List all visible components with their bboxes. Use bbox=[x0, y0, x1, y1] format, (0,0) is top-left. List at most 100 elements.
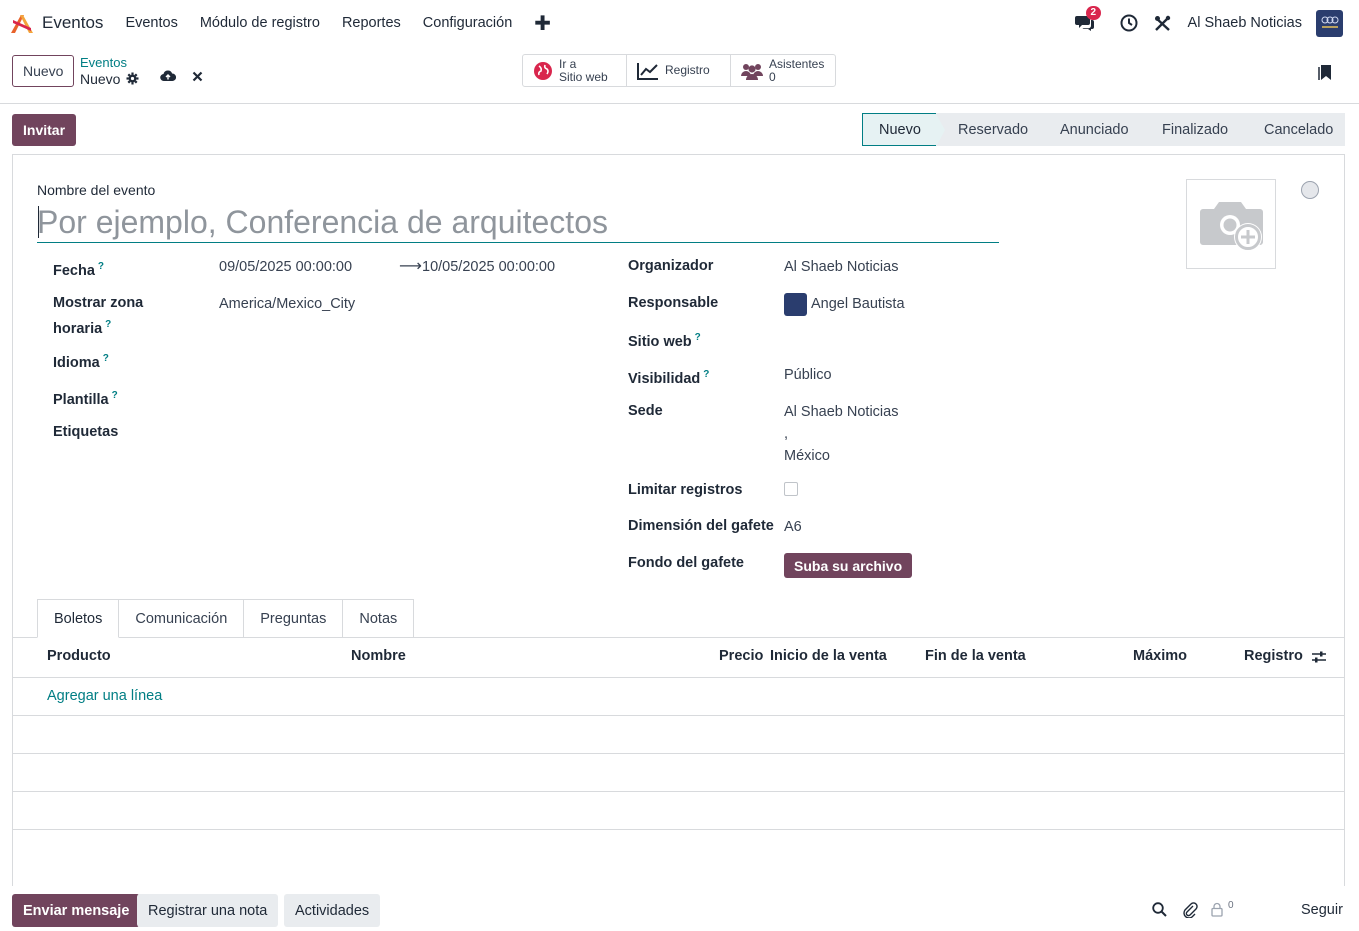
stage-finalizado[interactable]: Finalizado bbox=[1140, 113, 1251, 146]
registration-report-button[interactable]: Registro bbox=[627, 55, 731, 86]
event-name-input[interactable]: Por ejemplo, Conferencia de arquitectos bbox=[37, 201, 999, 243]
event-name-label: Nombre del evento bbox=[37, 182, 156, 198]
search-icon[interactable] bbox=[1152, 902, 1167, 920]
column-precio[interactable]: Precio bbox=[719, 648, 763, 664]
paperclip-icon[interactable] bbox=[1182, 902, 1198, 921]
tab-preguntas[interactable]: Preguntas bbox=[244, 599, 344, 638]
attendees-label: Asistentes bbox=[769, 56, 825, 71]
smart-buttons: Ir a Sitio web Registro Asistentes 0 bbox=[522, 54, 836, 87]
stage-nuevo[interactable]: Nuevo bbox=[862, 113, 945, 147]
bookmark-icon[interactable] bbox=[1318, 64, 1332, 84]
limit-registrations-checkbox[interactable] bbox=[784, 482, 798, 496]
event-image-upload[interactable] bbox=[1186, 179, 1276, 269]
messages-badge: 2 bbox=[1085, 6, 1102, 20]
stage-label: Cancelado bbox=[1264, 121, 1334, 138]
follow-button[interactable]: Seguir bbox=[1301, 902, 1343, 918]
table-row: Agregar una línea bbox=[13, 678, 1344, 716]
send-message-button[interactable]: Enviar mensaje bbox=[12, 894, 141, 927]
company-switcher[interactable]: Al Shaeb Noticias bbox=[1188, 15, 1302, 31]
new-record-button[interactable]: Nuevo bbox=[12, 55, 75, 87]
website-label: Sitio web? bbox=[628, 332, 701, 350]
menu-item-modulo-registro[interactable]: Módulo de registro bbox=[200, 15, 320, 31]
table-row bbox=[13, 754, 1344, 792]
menu-item-eventos[interactable]: Eventos bbox=[125, 15, 177, 31]
optional-columns-toggle-icon[interactable] bbox=[1312, 650, 1326, 667]
website-line1: Ir a bbox=[559, 56, 577, 71]
visibility-field[interactable]: Público bbox=[784, 365, 832, 386]
column-nombre[interactable]: Nombre bbox=[351, 648, 406, 664]
camera-plus-icon bbox=[1200, 202, 1263, 251]
menu-item-reportes[interactable]: Reportes bbox=[342, 15, 401, 31]
invite-button[interactable]: Invitar bbox=[12, 114, 77, 146]
attendees-button[interactable]: Asistentes 0 bbox=[731, 55, 835, 86]
stage-reservado[interactable]: Reservado bbox=[936, 113, 1047, 146]
limit-registrations-label: Limitar registros bbox=[628, 482, 743, 498]
tab-comunicacion[interactable]: Comunicación bbox=[119, 599, 245, 638]
line-chart-icon bbox=[637, 62, 658, 80]
event-name-placeholder: Por ejemplo, Conferencia de arquitectos bbox=[37, 204, 608, 240]
venue-label: Sede bbox=[628, 403, 663, 419]
stage-label: Anunciado bbox=[1060, 121, 1129, 138]
stage-label: Nuevo bbox=[879, 121, 921, 138]
followers-lock-icon[interactable] bbox=[1211, 902, 1223, 920]
tab-boletos[interactable]: Boletos bbox=[37, 599, 120, 638]
save-cloud-icon[interactable] bbox=[160, 70, 176, 82]
stage-label: Reservado bbox=[958, 121, 1029, 138]
stage-anunciado[interactable]: Anunciado bbox=[1038, 113, 1149, 146]
activity-clock-icon[interactable] bbox=[1118, 12, 1140, 34]
language-label: Idioma? bbox=[53, 353, 109, 371]
activities-button[interactable]: Actividades bbox=[284, 894, 381, 927]
log-note-button[interactable]: Registrar una nota bbox=[137, 894, 279, 927]
table-row bbox=[13, 716, 1344, 754]
venue-line3: México bbox=[784, 448, 830, 464]
menu-item-configuracion[interactable]: Configuración bbox=[423, 15, 512, 31]
date-end-field[interactable]: 10/05/2025 00:00:00 bbox=[422, 257, 555, 278]
visibility-label: Visibilidad? bbox=[628, 369, 710, 387]
user-avatar[interactable] bbox=[1316, 9, 1343, 37]
venue-line2: , bbox=[784, 426, 789, 442]
tab-notas[interactable]: Notas bbox=[343, 599, 415, 638]
app-name[interactable]: Eventos bbox=[42, 13, 103, 33]
attendees-count: 0 bbox=[769, 69, 776, 84]
website-line2: Sitio web bbox=[559, 69, 608, 84]
gear-icon[interactable] bbox=[126, 72, 139, 85]
chatter-bar: Enviar mensaje Registrar una nota Activi… bbox=[0, 886, 1359, 931]
tags-label: Etiquetas bbox=[53, 424, 119, 440]
responsible-field[interactable]: Angel Bautista bbox=[811, 294, 905, 315]
messages-icon[interactable]: 2 bbox=[1074, 6, 1102, 34]
date-start-field[interactable]: 09/05/2025 00:00:00 bbox=[219, 257, 352, 278]
responsible-avatar bbox=[784, 293, 807, 316]
timezone-label: Mostrar zona horaria? bbox=[53, 295, 144, 337]
kanban-state-circle[interactable] bbox=[1301, 181, 1319, 199]
breadcrumb-parent-link[interactable]: Eventos bbox=[80, 55, 127, 70]
responsible-label: Responsable bbox=[628, 295, 719, 311]
timezone-field[interactable]: America/Mexico_City bbox=[219, 294, 355, 315]
stage-label: Finalizado bbox=[1162, 121, 1229, 138]
quick-create-plus-icon[interactable]: ✚ bbox=[534, 11, 551, 36]
column-inicio-venta[interactable]: Inicio de la venta bbox=[770, 648, 887, 664]
column-producto[interactable]: Producto bbox=[47, 648, 111, 664]
stage-cancelado[interactable]: Cancelado bbox=[1242, 113, 1345, 146]
upload-file-button[interactable]: Suba su archivo bbox=[784, 553, 913, 578]
stage-statusbar: Nuevo Reservado Anunciado Finalizado Can… bbox=[862, 113, 1345, 147]
column-maximo[interactable]: Máximo bbox=[1133, 648, 1187, 664]
date-range-arrow-icon: ⟶ bbox=[399, 258, 422, 275]
organizer-field[interactable]: Al Shaeb Noticias bbox=[784, 257, 898, 278]
form-sheet: Nombre del evento Por ejemplo, Conferenc… bbox=[12, 154, 1345, 886]
venue-line1[interactable]: Al Shaeb Noticias bbox=[784, 402, 898, 423]
template-label: Plantilla? bbox=[53, 390, 118, 408]
registration-label: Registro bbox=[665, 63, 710, 77]
app-logo-icon[interactable] bbox=[8, 9, 36, 37]
discard-close-icon[interactable] bbox=[192, 71, 203, 82]
add-line-link[interactable]: Agregar una línea bbox=[47, 688, 162, 704]
column-registro[interactable]: Registro bbox=[1244, 648, 1303, 664]
go-to-website-button[interactable]: Ir a Sitio web bbox=[523, 55, 627, 86]
organizer-label: Organizador bbox=[628, 258, 714, 274]
date-label: Fecha? bbox=[53, 261, 105, 279]
column-fin-venta[interactable]: Fin de la venta bbox=[925, 648, 1026, 664]
users-icon bbox=[741, 63, 763, 80]
notebook-tabs: Boletos Comunicación Preguntas Notas bbox=[37, 599, 415, 638]
badge-background-label: Fondo del gafete bbox=[628, 555, 744, 571]
debug-tools-icon[interactable] bbox=[1152, 12, 1174, 34]
badge-size-field[interactable]: A6 bbox=[784, 517, 802, 538]
